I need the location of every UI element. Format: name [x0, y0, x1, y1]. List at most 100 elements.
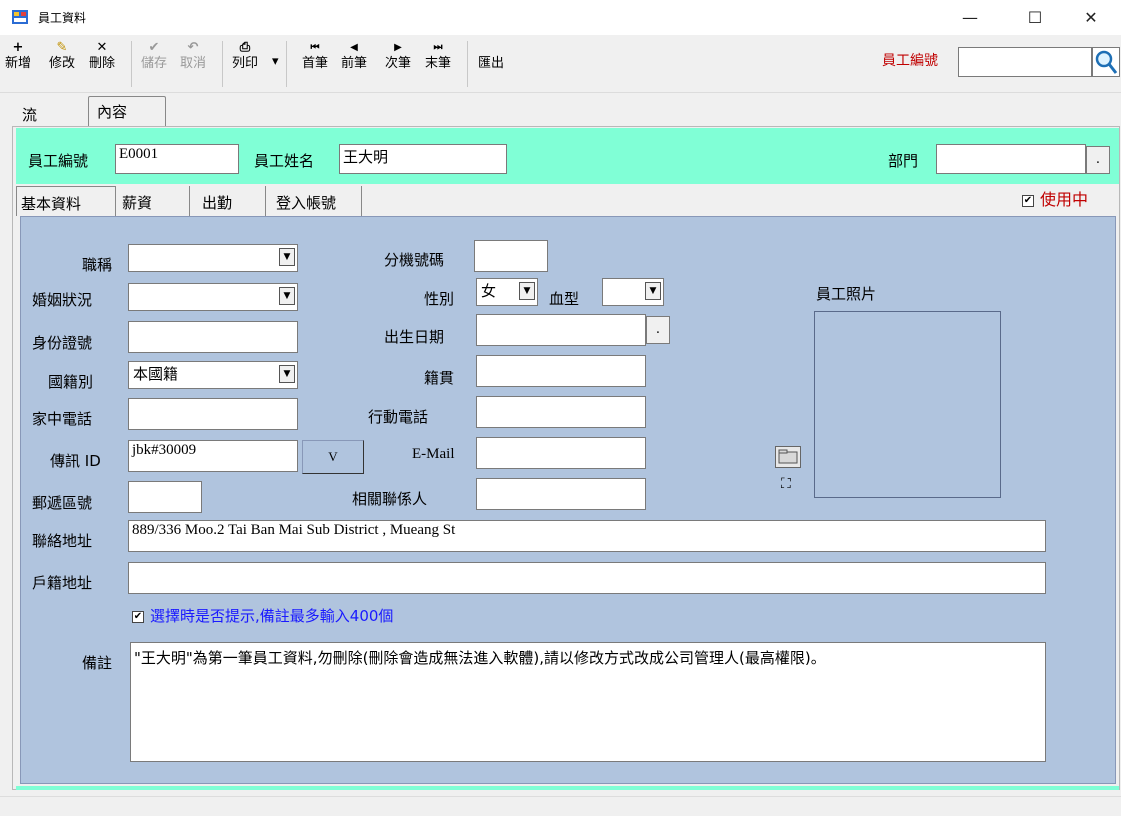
last-record-button[interactable]: ⏭ 末筆	[425, 41, 451, 71]
toolbar-separator	[286, 41, 287, 87]
add-button[interactable]: + 新增	[5, 41, 31, 71]
chevron-down-icon: ▼	[645, 282, 661, 300]
marital-label: 婚姻狀況	[32, 291, 93, 309]
chevron-down-icon: ▼	[279, 287, 295, 305]
dept-label: 部門	[888, 152, 919, 170]
dept-field[interactable]	[936, 144, 1086, 174]
close-button[interactable]: ✕	[1068, 0, 1114, 35]
emp-no-label: 員工編號	[28, 152, 89, 170]
id-number-label: 身份證號	[32, 334, 93, 352]
search-button[interactable]	[1092, 47, 1120, 77]
chevron-down-icon: ▼	[279, 365, 295, 383]
home-phone-field[interactable]	[128, 398, 298, 430]
registered-address-field[interactable]	[128, 562, 1046, 594]
mobile-label: 行動電話	[368, 408, 429, 426]
memo-prompt-checkbox[interactable]: ✔ 選擇時是否提示,備註最多輸入400個	[132, 605, 393, 626]
checkbox-icon: ✔	[132, 610, 144, 623]
next-icon: ▶	[394, 42, 402, 53]
delete-label: 刪除	[89, 56, 116, 71]
registered-address-label: 戶籍地址	[32, 574, 93, 592]
marital-select[interactable]: ▼	[128, 283, 298, 311]
tab-browse[interactable]: 流覽	[14, 100, 45, 145]
binoculars-icon[interactable]: ⛶	[781, 476, 791, 492]
origin-field[interactable]	[476, 355, 646, 387]
im-v-button[interactable]: V	[302, 440, 364, 474]
emp-no-field[interactable]: E0001	[115, 144, 239, 174]
emp-name-label: 員工姓名	[254, 152, 315, 170]
prev-record-button[interactable]: ◀ 前筆	[341, 41, 367, 71]
birth-date-field[interactable]	[476, 314, 646, 346]
next-record-button[interactable]: ▶ 次筆	[385, 41, 411, 71]
contact-person-field[interactable]	[476, 478, 646, 510]
save-button[interactable]: ✔ 儲存	[141, 41, 167, 71]
prev-label: 前筆	[341, 56, 368, 71]
tab-salary[interactable]: 薪資	[118, 186, 190, 216]
birth-date-label: 出生日期	[384, 328, 445, 346]
cancel-button[interactable]: ↶ 取消	[180, 41, 206, 71]
contact-person-label: 相關聯係人	[352, 490, 428, 508]
chevron-down-icon: ▼	[519, 282, 535, 300]
blood-type-label: 血型	[549, 290, 580, 308]
print-dropdown-arrow[interactable]: ▾	[272, 55, 279, 69]
blood-type-select[interactable]: ▼	[602, 278, 664, 306]
print-button[interactable]: ⎙ 列印	[232, 41, 258, 71]
dept-lookup-button[interactable]: .	[1086, 146, 1110, 174]
app-icon	[12, 10, 28, 24]
toolbar-separator	[131, 41, 132, 87]
search-icon	[1095, 50, 1118, 74]
plus-icon: +	[12, 40, 24, 55]
chevron-down-icon: ▾	[272, 54, 279, 69]
minimize-button[interactable]: —	[947, 0, 993, 35]
chevron-down-icon: ▼	[279, 248, 295, 266]
folder-icon	[778, 449, 798, 464]
im-id-field[interactable]: jbk#30009	[128, 440, 298, 472]
first-icon: ⏮	[310, 42, 320, 53]
tab-attendance[interactable]: 出勤	[198, 186, 266, 216]
printer-icon: ⎙	[239, 40, 251, 55]
emp-name-field[interactable]: 王大明	[339, 144, 507, 174]
edit-button[interactable]: ✎ 修改	[49, 41, 75, 71]
print-label: 列印	[232, 56, 259, 71]
tab-login-account[interactable]: 登入帳號	[272, 186, 362, 216]
status-bar	[0, 796, 1121, 816]
first-label: 首筆	[302, 56, 329, 71]
id-number-field[interactable]	[128, 321, 298, 353]
active-checkbox[interactable]: ✔ 使用中	[1022, 186, 1088, 210]
toolbar: + 新增 ✎ 修改 ✕ 刪除 ✔ 儲存 ↶ 取消 ⎙ 列印 ▾ ⏮ 首筆 ◀ 前…	[0, 35, 1121, 93]
extension-label: 分機號碼	[384, 251, 445, 269]
mobile-field[interactable]	[476, 396, 646, 428]
employee-search-input[interactable]	[958, 47, 1092, 77]
export-button[interactable]: 匯出	[478, 57, 504, 71]
gender-select[interactable]: 女 ▼	[476, 278, 538, 306]
employee-photo[interactable]	[814, 311, 1001, 498]
memo-textarea[interactable]: "王大明"為第一筆員工資料,勿刪除(刪除會造成無法進入軟體),請以修改方式改成公…	[130, 642, 1046, 762]
bottom-accent-line	[16, 786, 1119, 790]
zip-field[interactable]	[128, 481, 202, 513]
email-label: E-Mail	[412, 446, 455, 462]
email-field[interactable]	[476, 437, 646, 469]
toolbar-separator	[467, 41, 468, 87]
add-label: 新增	[5, 56, 32, 71]
first-record-button[interactable]: ⏮ 首筆	[302, 41, 328, 71]
im-id-label: 傳訊 ID	[50, 452, 101, 470]
home-phone-label: 家中電話	[32, 410, 93, 428]
active-label: 使用中	[1040, 190, 1089, 209]
nationality-select[interactable]: 本國籍 ▼	[128, 361, 298, 389]
tab-content[interactable]: 內容	[88, 96, 166, 126]
extension-field[interactable]	[474, 240, 548, 272]
birth-date-picker-button[interactable]: .	[646, 316, 670, 344]
tab-basic-info[interactable]: 基本資料	[16, 186, 116, 216]
undo-icon: ↶	[187, 40, 199, 55]
photo-label: 員工照片	[816, 285, 877, 303]
delete-button[interactable]: ✕ 刪除	[89, 41, 115, 71]
next-label: 次筆	[385, 56, 412, 71]
origin-label: 籍貫	[424, 369, 455, 387]
cancel-label: 取消	[180, 56, 207, 71]
edit-label: 修改	[49, 56, 76, 71]
memo-label: 備註	[82, 654, 113, 672]
address-field[interactable]: 889/336 Moo.2 Tai Ban Mai Sub District ,…	[128, 520, 1046, 552]
photo-browse-button[interactable]	[775, 446, 801, 468]
job-title-select[interactable]: ▼	[128, 244, 298, 272]
gender-value: 女	[481, 282, 497, 300]
maximize-button[interactable]: ☐	[1012, 0, 1058, 35]
